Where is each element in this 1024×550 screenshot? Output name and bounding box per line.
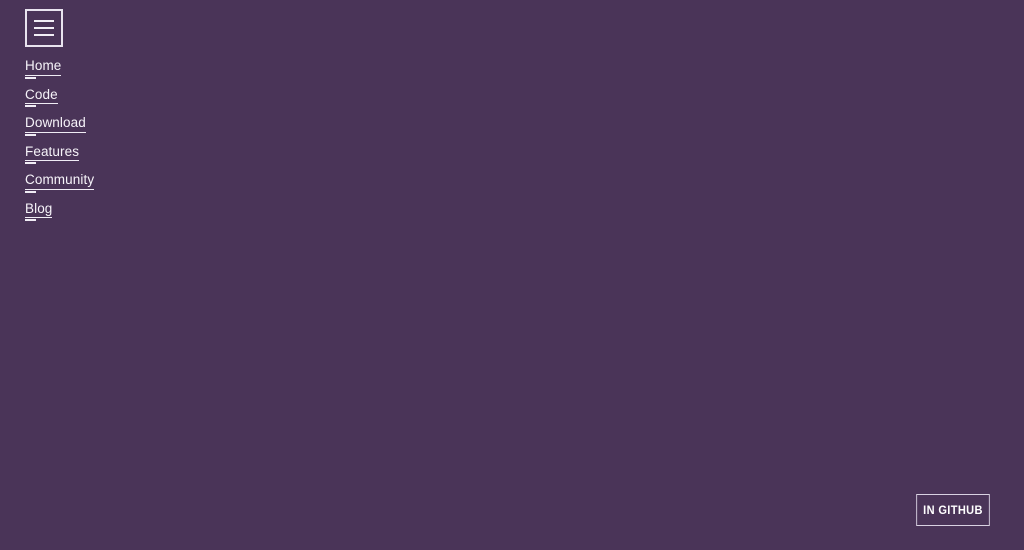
nav-item-features: Features	[25, 144, 285, 173]
nav-item-download: Download	[25, 115, 285, 144]
page-root: Home Code Download Features Community Bl…	[0, 0, 1024, 550]
hamburger-menu-button[interactable]	[25, 9, 63, 47]
nav-link-community[interactable]: Community	[25, 173, 95, 192]
in-github-button[interactable]: IN GITHUB	[916, 494, 990, 526]
nav-link-code[interactable]: Code	[25, 87, 58, 107]
nav-item-blog: Blog	[25, 201, 285, 230]
nav-link-features[interactable]: Features	[25, 144, 80, 164]
nav-item-community: Community	[25, 172, 285, 201]
nav-link-download[interactable]: Download	[25, 116, 86, 135]
main-navigation: Home Code Download Features Community Bl…	[25, 58, 285, 229]
nav-item-code: Code	[25, 87, 285, 116]
hamburger-menu-icon-line-2	[34, 27, 54, 29]
nav-link-blog[interactable]: Blog	[25, 201, 53, 221]
hamburger-menu-icon-line-3	[34, 34, 54, 36]
hamburger-menu-icon-line-1	[34, 20, 54, 22]
nav-item-home: Home	[25, 58, 285, 87]
nav-link-home[interactable]: Home	[25, 59, 62, 78]
